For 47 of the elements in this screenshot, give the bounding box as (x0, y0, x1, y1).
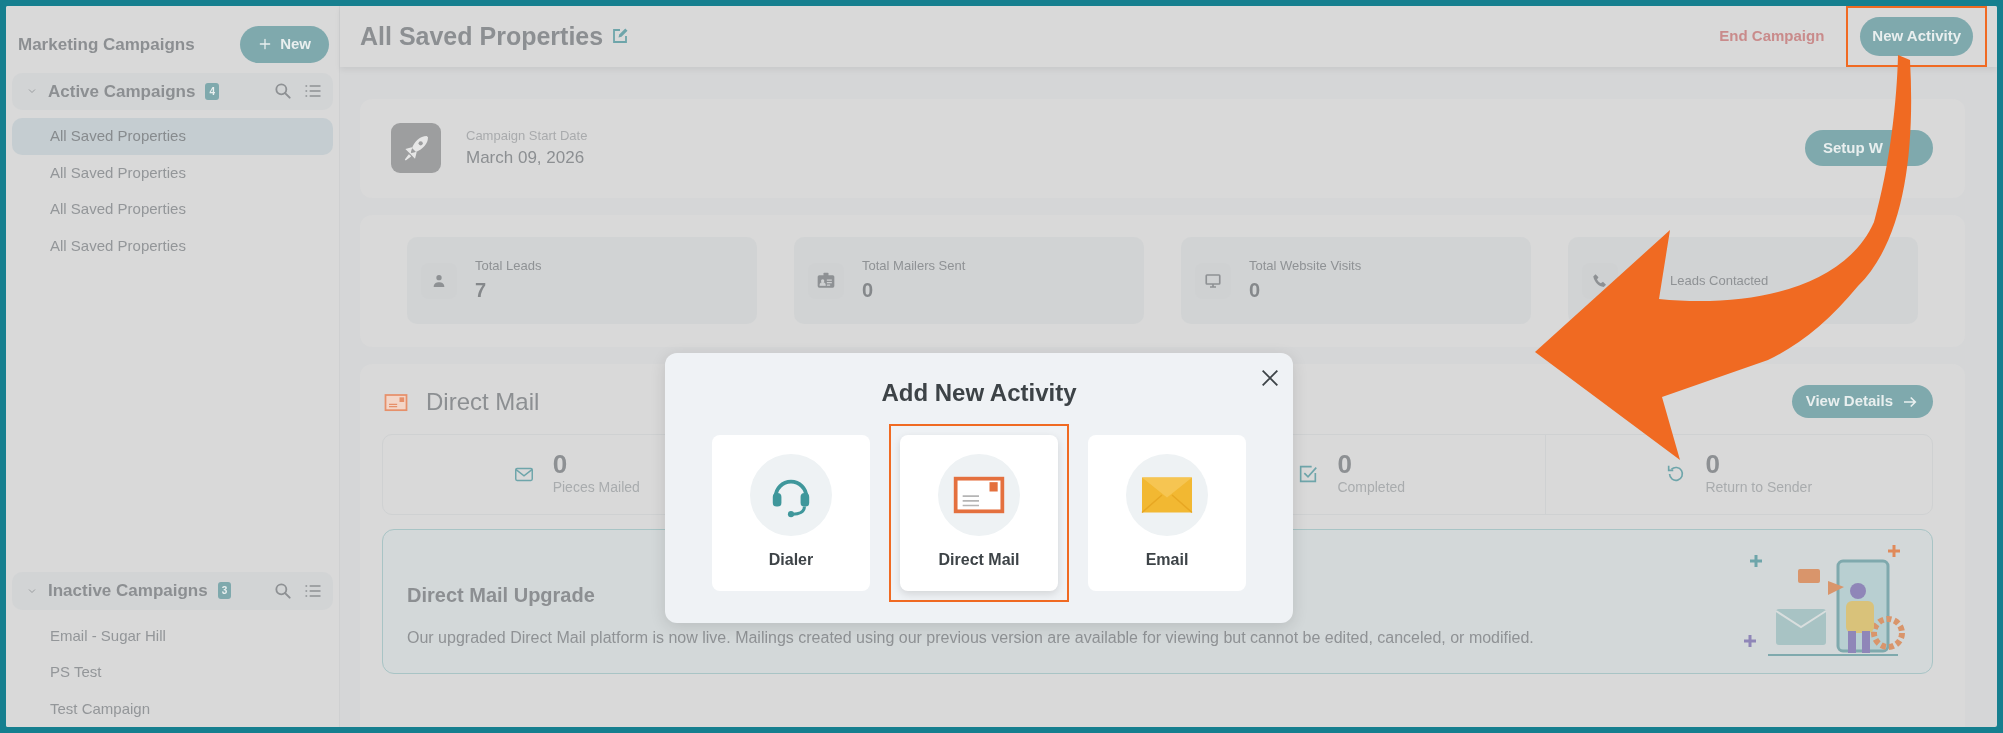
new-activity-button[interactable]: New Activity (1860, 17, 1973, 56)
campaign-item[interactable]: All Saved Properties (12, 154, 333, 191)
person-icon (431, 272, 447, 289)
section-header[interactable]: Inactive Campaigns 3 (12, 572, 333, 610)
activity-option[interactable]: Direct Mail (900, 434, 1058, 591)
notice-title: Direct Mail Upgrade (407, 583, 596, 608)
stat-label: Total Website Visits (1249, 256, 1362, 275)
monitor-icon (1204, 271, 1222, 290)
section-title: Inactive Campaigns (48, 580, 208, 602)
stat-value: 0 (1249, 278, 1262, 304)
activity-option[interactable]: Dialer (712, 434, 870, 591)
view-details-button[interactable]: View Details (1791, 385, 1933, 418)
stat-value: 7 (475, 278, 488, 304)
activity-option[interactable]: Email (1088, 434, 1246, 591)
section-header[interactable]: Active Campaigns 4 (12, 72, 333, 110)
dialog-title: Add New Activity (881, 379, 1077, 408)
metric-value: 0 (1337, 450, 1353, 477)
count-badge: 3 (217, 582, 232, 600)
edit-icon[interactable] (611, 27, 630, 46)
search-icon[interactable] (273, 580, 293, 601)
notice-text: Our upgraded Direct Mail platform is now live. Mailings created using our previous version are available for viewing but cannot be edited, canceled, or modified. (407, 628, 1535, 648)
search-icon[interactable] (273, 81, 293, 102)
end-campaign-button[interactable]: End Campaign (1713, 24, 1831, 49)
stat-label: Leads Contacted (1670, 271, 1769, 290)
start-date: March 09, 2026 (466, 147, 586, 169)
id-card-icon (816, 270, 836, 291)
campaign-item[interactable]: Test Campaign (12, 690, 333, 727)
campaign-item[interactable]: All Saved Properties (12, 191, 333, 228)
stat-value: 0 (862, 278, 875, 304)
stat-label: Total Mailers Sent (862, 256, 966, 275)
metric-value: 0 (1705, 450, 1721, 477)
close-icon[interactable] (1259, 367, 1281, 389)
stat-label: Total Leads (475, 256, 542, 275)
campaign-item[interactable]: All Saved Properties (12, 227, 333, 264)
sidebar-title: Marketing Campaigns (18, 33, 195, 56)
campaign-item[interactable]: PS Test (12, 654, 333, 691)
page-title: All Saved Properties (360, 21, 604, 52)
count-badge: 4 (205, 82, 219, 100)
section-title: Direct Mail (426, 386, 540, 417)
campaign-item[interactable]: All Saved Properties (12, 118, 333, 155)
section-title: Active Campaigns (48, 80, 196, 103)
campaign-item[interactable]: Email - Sugar Hill (12, 617, 333, 654)
checkbox-icon (1297, 463, 1320, 485)
plus-icon (258, 37, 273, 52)
new-button[interactable]: New (240, 26, 329, 63)
phone-icon (1591, 271, 1609, 290)
metric-value: 0 (552, 450, 569, 477)
